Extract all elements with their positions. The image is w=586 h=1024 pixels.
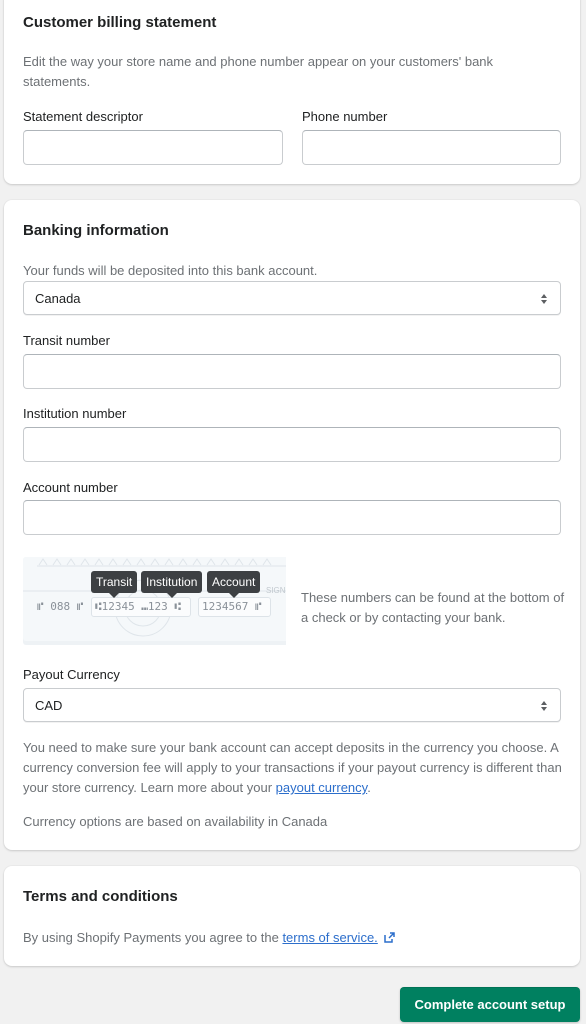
transit-number-label: Transit number [23,333,110,348]
institution-number-label: Institution number [23,406,127,421]
tooltip-institution: Institution [141,571,203,598]
country-hint: Your funds will be deposited into this b… [23,263,318,278]
phone-number-label: Phone number [302,109,388,124]
complete-account-setup-button[interactable]: Complete account setup [400,987,580,1022]
country-select-value: Canada [35,291,81,306]
check-account: 1234567 ⑈ [198,597,271,617]
terms-card: Terms and conditions By using Shopify Pa… [4,866,580,966]
transit-number-input[interactable] [23,354,561,389]
terms-title: Terms and conditions [23,888,178,905]
account-number-label: Account number [23,480,118,495]
banking-card: Banking information Your funds will be d… [4,200,580,850]
account-number-input[interactable] [23,500,561,535]
institution-number-input[interactable] [23,427,561,462]
banking-title: Banking information [23,222,169,239]
terms-text: By using Shopify Payments you agree to t… [23,928,396,948]
payout-note-end: . [367,780,371,795]
billing-title: Customer billing statement [23,14,217,31]
svg-text:SIGN: SIGN [266,586,286,595]
payout-note: You need to make sure your bank account … [23,738,568,798]
payout-currency-label: Payout Currency [23,667,120,682]
terms-text-prefix: By using Shopify Payments you agree to t… [23,930,283,945]
check-illustration: SIGN ⑈ 088 ⑈ ⑆12345 ⑉123 ⑆ 1234567 ⑈ Tra… [23,553,286,645]
payout-currency-link[interactable]: payout currency [276,780,368,795]
payout-currency-select[interactable]: CAD [23,688,561,722]
select-arrows-icon [541,294,547,304]
billing-description: Edit the way your store name and phone n… [23,54,494,89]
availability-note: Currency options are based on availabili… [23,814,328,829]
external-link-icon [384,932,396,943]
check-note: These numbers can be found at the bottom… [301,590,565,625]
tooltip-transit: Transit [91,571,138,598]
statement-descriptor-input[interactable] [23,130,283,165]
phone-number-input[interactable] [302,130,561,165]
billing-card: Customer billing statement Edit the way … [4,0,580,184]
statement-descriptor-label: Statement descriptor [23,109,143,124]
payout-currency-value: CAD [35,698,63,713]
check-routing-prefix: ⑈ 088 ⑈ [37,600,84,613]
check-transit-institution: ⑆12345 ⑉123 ⑆ [91,597,191,617]
select-arrows-icon [541,701,547,711]
country-select[interactable]: Canada [23,281,561,315]
terms-of-service-link[interactable]: terms of service. [282,930,377,945]
tooltip-account: Account [207,571,261,598]
